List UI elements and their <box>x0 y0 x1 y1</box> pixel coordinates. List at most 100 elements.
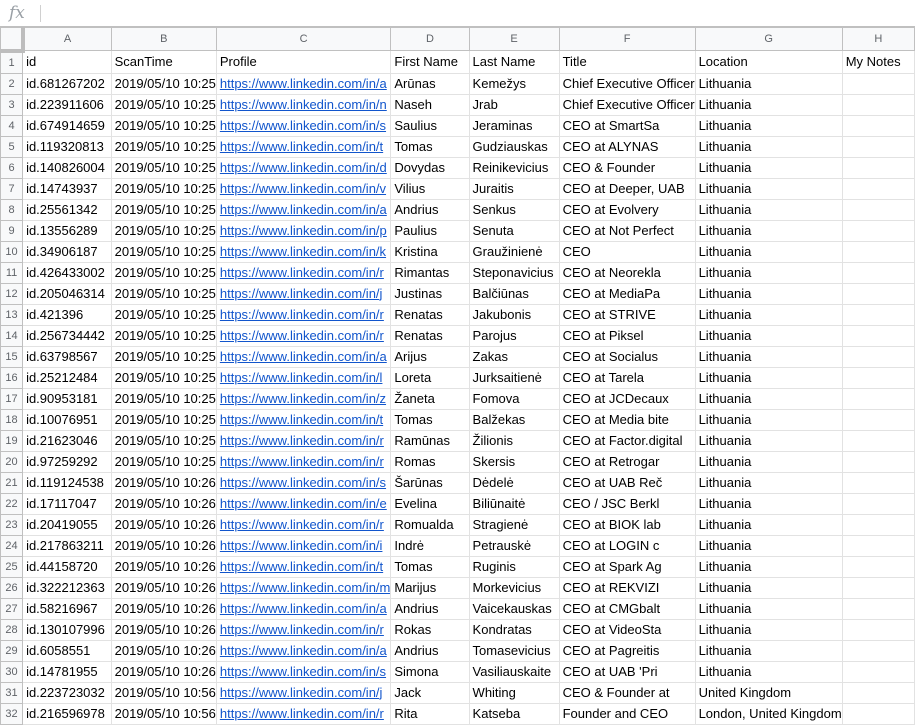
cell-a23[interactable]: id.20419055 <box>22 513 112 536</box>
cell-h21[interactable] <box>841 471 915 494</box>
cell-a5[interactable]: id.119320813 <box>22 135 112 158</box>
profile-link[interactable]: https://www.linkedin.com/in/r <box>220 454 384 469</box>
cell-f31[interactable]: CEO & Founder at <box>558 681 696 704</box>
cell-b14[interactable]: 2019/05/10 10:25 <box>110 324 217 347</box>
profile-link[interactable]: https://www.linkedin.com/in/j <box>220 685 383 700</box>
cell-b32[interactable]: 2019/05/10 10:56 <box>110 702 217 725</box>
cell-e26[interactable]: Morkevicius <box>468 576 560 599</box>
cell-h19[interactable] <box>841 429 915 452</box>
cell-c22[interactable]: https://www.linkedin.com/in/e <box>215 492 392 515</box>
cell-f3[interactable]: Chief Executive Officer <box>558 93 696 116</box>
cell-b10[interactable]: 2019/05/10 10:25 <box>110 240 217 263</box>
profile-link[interactable]: https://www.linkedin.com/in/t <box>220 412 383 427</box>
cell-c9[interactable]: https://www.linkedin.com/in/p <box>215 219 392 242</box>
cell-d11[interactable]: Rimantas <box>390 261 470 284</box>
cell-h2[interactable] <box>841 72 915 95</box>
cell-b9[interactable]: 2019/05/10 10:25 <box>110 219 217 242</box>
cell-h20[interactable] <box>841 450 915 473</box>
profile-link[interactable]: https://www.linkedin.com/in/r <box>220 706 384 721</box>
cell-d26[interactable]: Marijus <box>390 576 470 599</box>
cell-a24[interactable]: id.217863211 <box>22 534 112 557</box>
cell-a28[interactable]: id.130107996 <box>22 618 112 641</box>
cell-b22[interactable]: 2019/05/10 10:26 <box>110 492 217 515</box>
cell-a7[interactable]: id.14743937 <box>22 177 112 200</box>
row-header[interactable]: 1 <box>0 50 24 74</box>
cell-a13[interactable]: id.421396 <box>22 303 112 326</box>
cell-d13[interactable]: Renatas <box>390 303 470 326</box>
cell-b21[interactable]: 2019/05/10 10:26 <box>110 471 217 494</box>
cell-g31[interactable]: United Kingdom <box>694 681 843 704</box>
cell-e22[interactable]: Biliūnaitė <box>468 492 560 515</box>
row-header[interactable]: 30 <box>0 660 24 683</box>
cell-a15[interactable]: id.63798567 <box>22 345 112 368</box>
cell-b12[interactable]: 2019/05/10 10:25 <box>110 282 217 305</box>
cell-f21[interactable]: CEO at UAB Reč <box>558 471 696 494</box>
cell-b11[interactable]: 2019/05/10 10:25 <box>110 261 217 284</box>
row-header[interactable]: 27 <box>0 597 24 620</box>
cell-h13[interactable] <box>841 303 915 326</box>
profile-link[interactable]: https://www.linkedin.com/in/r <box>220 622 384 637</box>
profile-link[interactable]: https://www.linkedin.com/in/n <box>220 97 387 112</box>
cell-a25[interactable]: id.44158720 <box>22 555 112 578</box>
cell-e16[interactable]: Jurksaitienė <box>468 366 560 389</box>
cell-c28[interactable]: https://www.linkedin.com/in/r <box>215 618 392 641</box>
profile-link[interactable]: https://www.linkedin.com/in/v <box>220 181 386 196</box>
profile-link[interactable]: https://www.linkedin.com/in/e <box>220 496 387 511</box>
cell-d2[interactable]: Arūnas <box>390 72 470 95</box>
cell-f19[interactable]: CEO at Factor.digital <box>558 429 696 452</box>
cell-c26[interactable]: https://www.linkedin.com/in/m <box>215 576 392 599</box>
cell-b3[interactable]: 2019/05/10 10:25 <box>110 93 217 116</box>
select-all-corner[interactable] <box>0 27 25 53</box>
cell-h3[interactable] <box>841 93 915 116</box>
cell-g17[interactable]: Lithuania <box>694 387 843 410</box>
cell-g9[interactable]: Lithuania <box>694 219 843 242</box>
cell-e20[interactable]: Skersis <box>468 450 560 473</box>
cell-h15[interactable] <box>841 345 915 368</box>
cell-d29[interactable]: Andrius <box>390 639 470 662</box>
cell-a11[interactable]: id.426433002 <box>22 261 112 284</box>
cell-b30[interactable]: 2019/05/10 10:26 <box>110 660 217 683</box>
cell-e13[interactable]: Jakubonis <box>468 303 560 326</box>
cell-c6[interactable]: https://www.linkedin.com/in/d <box>215 156 392 179</box>
cell-g19[interactable]: Lithuania <box>694 429 843 452</box>
cell-c11[interactable]: https://www.linkedin.com/in/r <box>215 261 392 284</box>
cell-a14[interactable]: id.256734442 <box>22 324 112 347</box>
cell-c8[interactable]: https://www.linkedin.com/in/a <box>215 198 392 221</box>
cell-e24[interactable]: Petrauskė <box>468 534 560 557</box>
cell-d30[interactable]: Simona <box>390 660 470 683</box>
cell-a18[interactable]: id.10076951 <box>22 408 112 431</box>
cell-e14[interactable]: Parojus <box>468 324 560 347</box>
cell-h5[interactable] <box>841 135 915 158</box>
row-header[interactable]: 15 <box>0 345 24 368</box>
row-header[interactable]: 25 <box>0 555 24 578</box>
cell-g23[interactable]: Lithuania <box>694 513 843 536</box>
cell-a2[interactable]: id.681267202 <box>22 72 112 95</box>
cell-f32[interactable]: Founder and CEO <box>558 702 696 725</box>
cell-h28[interactable] <box>841 618 915 641</box>
row-header[interactable]: 8 <box>0 198 24 221</box>
cell-d23[interactable]: Romualda <box>390 513 470 536</box>
cell-a27[interactable]: id.58216967 <box>22 597 112 620</box>
cell-g4[interactable]: Lithuania <box>694 114 843 137</box>
profile-link[interactable]: https://www.linkedin.com/in/r <box>220 307 384 322</box>
cell-e32[interactable]: Katseba <box>468 702 560 725</box>
cell-d17[interactable]: Žaneta <box>390 387 470 410</box>
cell-d21[interactable]: Šarūnas <box>390 471 470 494</box>
cell-h1[interactable]: My Notes <box>841 50 915 74</box>
cell-b4[interactable]: 2019/05/10 10:25 <box>110 114 217 137</box>
cell-d18[interactable]: Tomas <box>390 408 470 431</box>
cell-f30[interactable]: CEO at UAB 'Pri <box>558 660 696 683</box>
cell-g32[interactable]: London, United Kingdom <box>694 702 843 725</box>
cell-g16[interactable]: Lithuania <box>694 366 843 389</box>
cell-h18[interactable] <box>841 408 915 431</box>
column-header-h[interactable]: H <box>841 27 915 51</box>
cell-h25[interactable] <box>841 555 915 578</box>
profile-link[interactable]: https://www.linkedin.com/in/a <box>220 601 387 616</box>
cell-a17[interactable]: id.90953181 <box>22 387 112 410</box>
profile-link[interactable]: https://www.linkedin.com/in/j <box>220 286 383 301</box>
cell-b25[interactable]: 2019/05/10 10:26 <box>110 555 217 578</box>
cell-b31[interactable]: 2019/05/10 10:56 <box>110 681 217 704</box>
profile-link[interactable]: https://www.linkedin.com/in/m <box>220 580 390 595</box>
profile-link[interactable]: https://www.linkedin.com/in/r <box>220 265 384 280</box>
cell-f7[interactable]: CEO at Deeper, UAB <box>558 177 696 200</box>
